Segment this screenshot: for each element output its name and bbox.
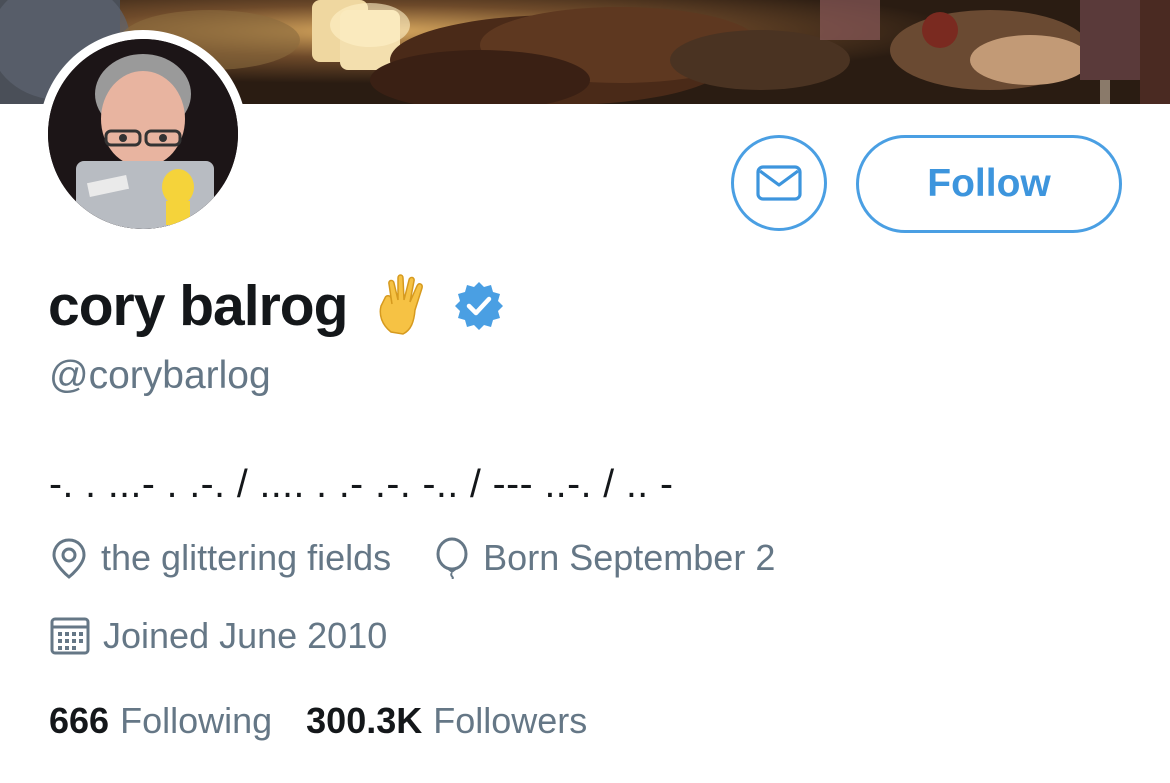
follow-stats: 666 Following 300.3K Followers: [49, 700, 587, 742]
vulcan-salute-icon: [373, 274, 437, 338]
profile-meta-row: the glittering fields Born September 2: [49, 537, 775, 579]
followers-label: Followers: [433, 700, 588, 741]
joined-item: Joined June 2010: [49, 615, 387, 657]
profile-page: Follow cory balrog @corybarlog -. . ...-…: [0, 0, 1170, 783]
display-name: cory balrog: [48, 274, 348, 338]
followers-count: 300.3K: [306, 700, 423, 741]
birthday-text: Born September 2: [483, 537, 776, 578]
avatar[interactable]: [39, 30, 247, 238]
follow-button[interactable]: Follow: [856, 135, 1122, 233]
user-handle: @corybarlog: [49, 354, 271, 397]
following-stat[interactable]: 666 Following: [49, 700, 272, 742]
verified-badge-icon: [453, 280, 505, 332]
message-button[interactable]: [731, 135, 827, 231]
followers-stat[interactable]: 300.3K Followers: [306, 700, 587, 742]
location-text: the glittering fields: [101, 537, 392, 578]
following-count: 666: [49, 700, 110, 741]
balloon-icon: [433, 537, 471, 579]
avatar-image: [48, 39, 238, 229]
envelope-icon: [756, 165, 802, 201]
joined-text: Joined June 2010: [103, 615, 388, 656]
birthday-item: Born September 2: [433, 537, 775, 579]
calendar-icon: [49, 615, 91, 657]
following-label: Following: [120, 700, 273, 741]
profile-meta-row: Joined June 2010: [49, 615, 387, 657]
location-item: the glittering fields: [49, 537, 391, 579]
location-pin-icon: [49, 537, 89, 579]
display-name-row: cory balrog: [48, 268, 505, 344]
profile-bio: -. . ...- . .-. / .... . .- .-. -.. / --…: [49, 463, 674, 506]
